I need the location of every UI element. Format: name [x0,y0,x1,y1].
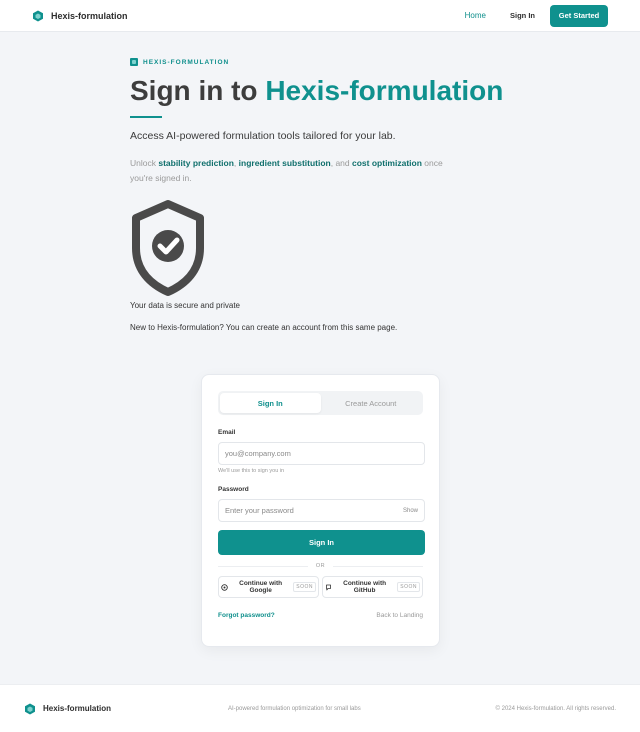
email-label: Email [218,429,236,436]
brand-name: Hexis-formulation [51,10,128,21]
tab-create-account[interactable]: Create Account [321,393,422,413]
divider-line [218,565,308,567]
feature-stability: stability prediction [158,158,234,168]
shield-check-icon [130,198,206,298]
auth-card: Sign In Create Account Email We'll use t… [201,374,440,647]
nav-home-link[interactable]: Home [465,11,486,20]
email-field-wrapper [218,442,425,465]
title-underline [130,116,162,118]
feature-text-part: Unlock [130,158,159,168]
title-accent: Hexis-formulation [265,75,504,106]
divider-line [333,565,423,567]
feature-cost: cost optimization [352,158,422,168]
google-icon [221,583,228,591]
github-button-label: Continue with GitHub [343,579,387,595]
footer: Hexis-formulation AI-powered formulation… [0,684,640,732]
google-button-label: Continue with Google [239,579,283,595]
nav-signin-link[interactable]: Sign In [510,11,535,20]
hexagon-logo-icon [32,10,44,22]
soon-badge: SOON [293,582,316,592]
tab-sign-in[interactable]: Sign In [220,393,321,413]
password-field-wrapper: Show [218,499,425,522]
eyebrow: HEXIS-FORMULATION [130,58,510,66]
feature-substitution: ingredient substitution [238,158,331,168]
feature-text: Unlock stability prediction, ingredient … [130,156,460,186]
or-label: OR [315,563,326,569]
feature-text-part: , and [330,158,353,168]
sign-in-button[interactable]: Sign In [218,530,425,555]
title-prefix: Sign in to [130,75,266,106]
password-field[interactable] [225,506,403,515]
password-label: Password [218,486,249,493]
footer-copyright: © 2024 Hexis-formulation. All rights res… [495,705,616,712]
main-nav: Home Sign In Get Started [465,4,608,27]
github-icon [325,584,332,591]
soon-badge: SOON [397,582,420,592]
email-field[interactable] [225,449,418,458]
google-signin-button[interactable]: Continue with Google SOON [218,576,319,598]
page-title: Sign in to Hexis-formulation [130,75,510,107]
social-buttons: Continue with Google SOON Continue with … [218,576,423,598]
or-divider: OR [218,563,423,569]
new-user-text: New to Hexis-formulation? You can create… [130,323,398,332]
top-header: Hexis-formulation Home Sign In Get Start… [0,0,640,32]
eyebrow-text: HEXIS-FORMULATION [143,58,230,66]
back-to-landing-link[interactable]: Back to Landing [376,612,423,619]
lead-text: Access AI-powered formulation tools tail… [130,130,396,142]
email-hint: We'll use this to sign you in [218,468,285,474]
github-signin-button[interactable]: Continue with GitHub SOON [322,576,423,598]
hexagon-logo-icon [24,703,36,715]
show-password-toggle[interactable]: Show [403,508,418,514]
secure-text: Your data is secure and private [130,301,240,310]
card-links: Forgot password? Back to Landing [218,612,423,619]
get-started-button[interactable]: Get Started [550,4,608,27]
footer-brand[interactable]: Hexis-formulation [24,703,111,715]
auth-tabs: Sign In Create Account [218,391,423,415]
hero-section: HEXIS-FORMULATION Sign in to Hexis-formu… [130,58,510,332]
forgot-password-link[interactable]: Forgot password? [218,612,275,619]
brand[interactable]: Hexis-formulation [32,10,128,22]
square-badge-icon [130,58,138,66]
footer-tagline: AI-powered formulation optimization for … [228,705,361,712]
footer-brand-name: Hexis-formulation [43,704,112,713]
